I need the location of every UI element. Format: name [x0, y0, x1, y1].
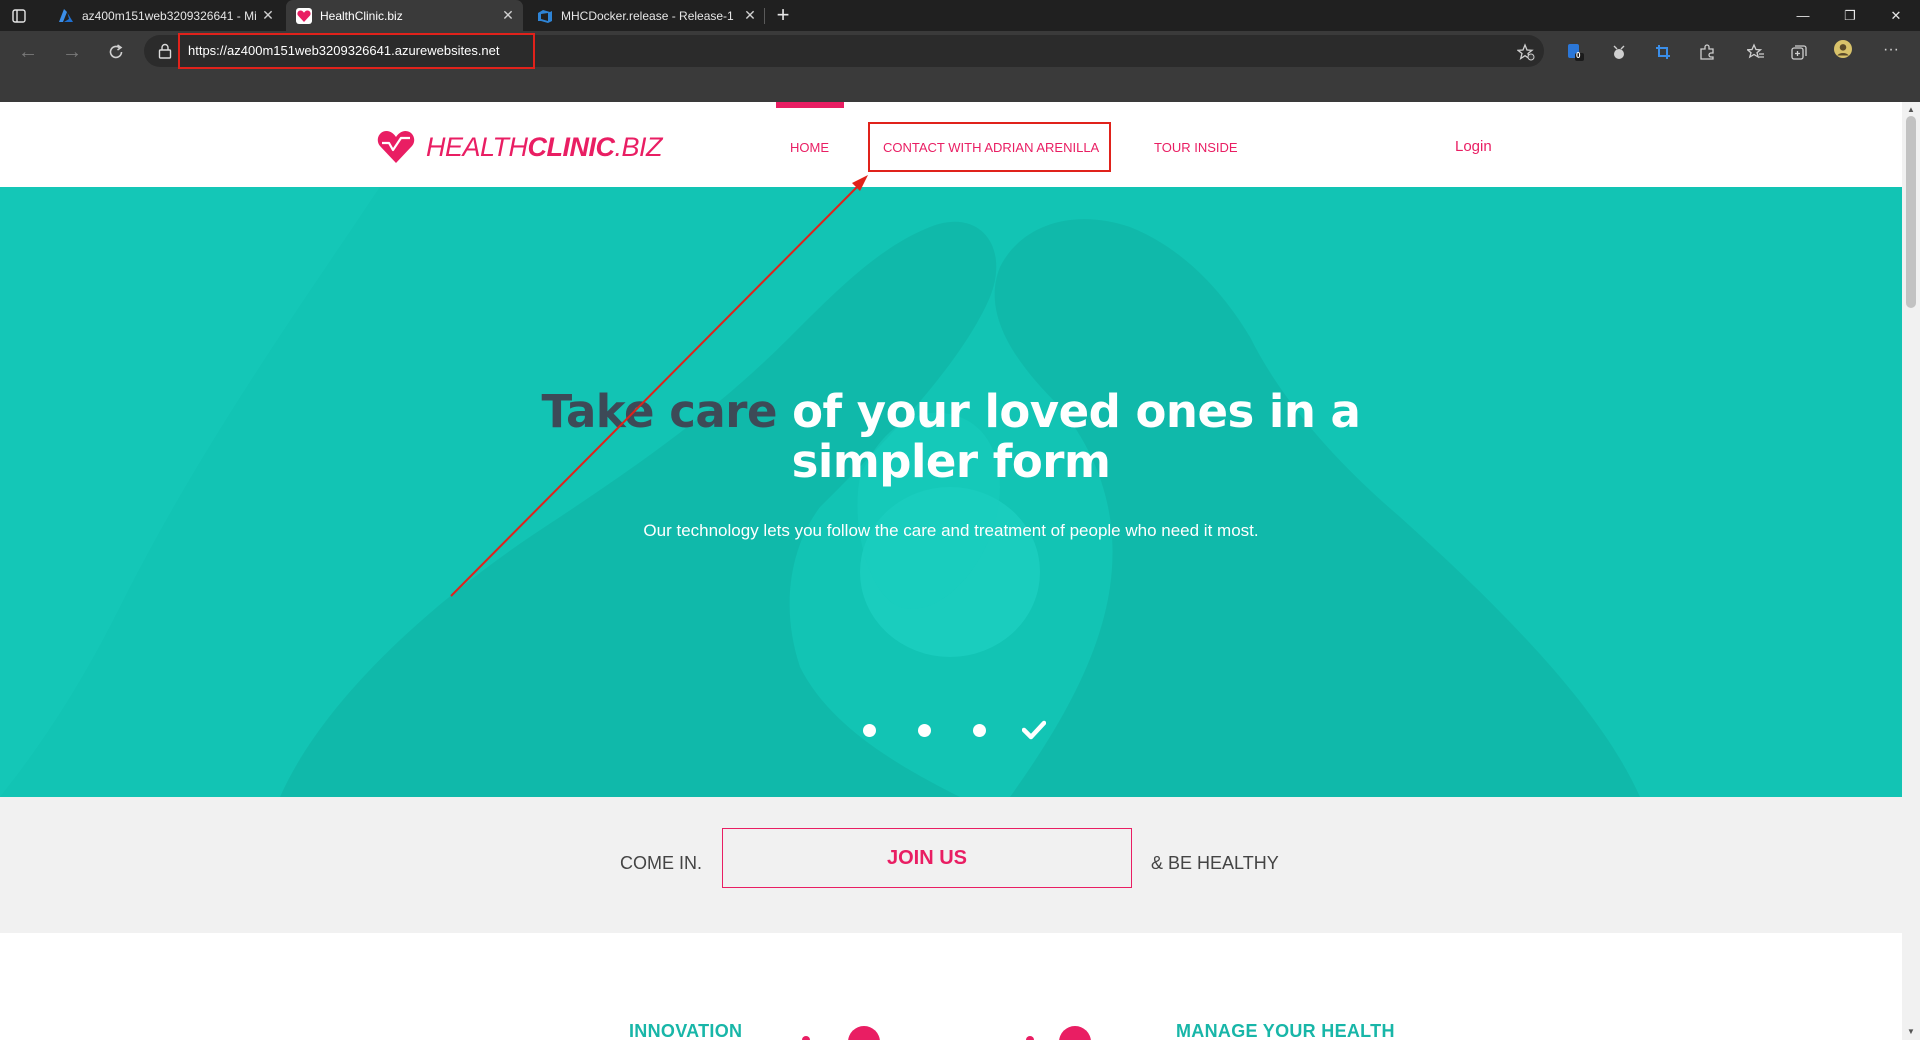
close-tab-icon[interactable]: ✕ — [499, 7, 517, 24]
url-highlight-box — [178, 33, 535, 69]
scroll-up-arrow-icon[interactable]: ▲ — [1907, 106, 1915, 114]
lock-icon[interactable] — [158, 43, 172, 59]
tab-actions-icon[interactable] — [12, 0, 36, 31]
tab-azure-devops-release[interactable]: MHCDocker.release - Release-1 ✕ — [527, 0, 765, 31]
logo-text-biz: .BIZ — [614, 131, 663, 162]
heart-hands-background — [0, 187, 1902, 797]
healthclinic-heart-icon — [296, 7, 312, 24]
add-favorite-icon[interactable] — [1517, 43, 1535, 61]
tab-healthclinic[interactable]: HealthClinic.biz ✕ — [286, 0, 523, 31]
carousel-indicators — [860, 720, 1060, 740]
refresh-icon[interactable] — [102, 38, 130, 66]
features-section: INNOVATION MANAGE YOUR HEALTH — [0, 933, 1902, 1040]
azure-icon — [58, 8, 74, 24]
tab-azure-portal[interactable]: az400m151web3209326641 - Mi ✕ — [48, 0, 283, 31]
heart-decoration-icon — [1026, 1026, 1091, 1040]
heart-logo-icon — [377, 131, 415, 163]
carousel-dot-2[interactable] — [918, 724, 931, 737]
site-logo[interactable]: HEALTHCLINIC.BIZ — [376, 129, 663, 165]
favorites-bar-area — [0, 71, 1920, 102]
screen-capture-icon[interactable] — [1654, 43, 1672, 61]
logo-text-health: HEALTH — [426, 131, 528, 162]
azure-devops-icon — [537, 8, 553, 24]
extensions-puzzle-icon[interactable] — [1698, 43, 1716, 61]
close-window-button[interactable]: ✕ — [1873, 0, 1919, 31]
hero-headline-highlight: Take care — [541, 385, 778, 438]
extension-badge-icon[interactable]: 0 — [1566, 43, 1584, 61]
heart-decoration-icon — [802, 1026, 880, 1040]
nav-tour-inside[interactable]: TOUR INSIDE — [1154, 140, 1238, 155]
more-menu-icon[interactable]: ··· — [1883, 42, 1901, 61]
browser-toolbar: ← → https://az400m151web3209326641.azure… — [0, 31, 1920, 71]
bug-extension-icon[interactable] — [1610, 43, 1628, 61]
close-tab-icon[interactable]: ✕ — [741, 7, 759, 24]
healthclinic-page: HEALTHCLINIC.BIZ HOME CONTACT WITH ADRIA… — [0, 102, 1902, 1040]
logo-text-clinic: CLINIC — [527, 131, 616, 162]
come-in-text: COME IN. — [620, 853, 703, 873]
site-header: HEALTHCLINIC.BIZ HOME CONTACT WITH ADRIA… — [0, 102, 1902, 187]
restore-button[interactable]: ❐ — [1827, 0, 1873, 31]
close-tab-icon[interactable]: ✕ — [259, 7, 277, 24]
innovation-title: INNOVATION — [629, 1021, 743, 1040]
forward-arrow-icon[interactable]: → — [58, 38, 86, 66]
hero-headline-rest: of your loved ones in a simpler form — [776, 385, 1361, 488]
hero-banner: Take care of your loved ones in a simple… — [0, 187, 1902, 797]
scroll-thumb[interactable] — [1906, 116, 1916, 308]
login-link[interactable]: Login — [1455, 138, 1492, 155]
carousel-dot-3[interactable] — [973, 724, 986, 737]
plus-icon[interactable]: + — [771, 3, 795, 27]
collections-icon[interactable] — [1790, 43, 1808, 61]
manage-health-title: MANAGE YOUR HEALTH — [1176, 1021, 1395, 1040]
active-nav-indicator — [776, 102, 844, 108]
minimize-button[interactable]: — — [1780, 0, 1826, 31]
hero-headline: Take care of your loved ones in a simple… — [500, 387, 1402, 487]
profile-avatar[interactable] — [1834, 40, 1856, 62]
join-us-button[interactable]: JOIN US — [722, 828, 1132, 888]
hero-subline: Our technology lets you follow the care … — [643, 521, 1259, 540]
scroll-down-arrow-icon[interactable]: ▼ — [1907, 1028, 1915, 1036]
browser-tab-bar: az400m151web3209326641 - Mi ✕ HealthClin… — [0, 0, 1920, 31]
nav-home[interactable]: HOME — [790, 140, 829, 155]
carousel-dot-active-check-icon[interactable] — [1022, 720, 1046, 740]
back-arrow-icon[interactable]: ← — [14, 38, 42, 66]
nav-contact[interactable]: CONTACT WITH ADRIAN ARENILLA — [883, 140, 1099, 155]
be-healthy-text: & BE HEALTHY — [1151, 853, 1279, 873]
carousel-dot-1[interactable] — [863, 724, 876, 737]
join-band: COME IN. JOIN US & BE HEALTHY — [0, 797, 1902, 933]
favorites-icon[interactable] — [1747, 43, 1765, 61]
